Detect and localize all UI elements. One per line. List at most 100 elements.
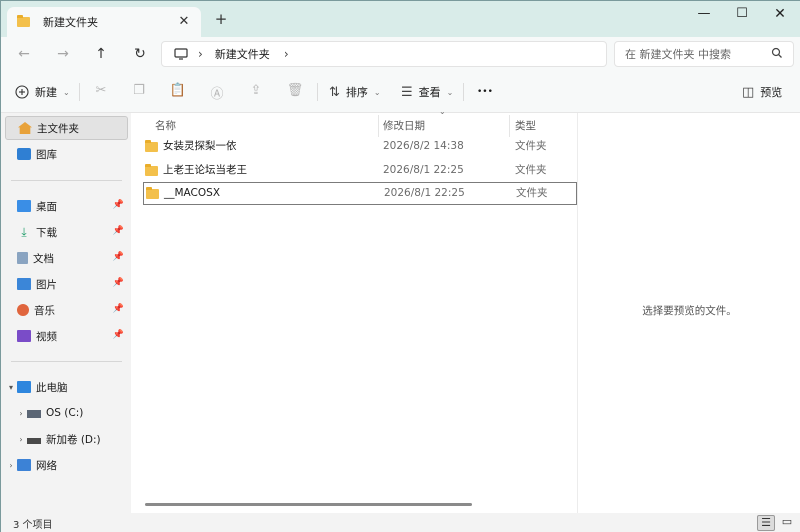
- column-header-date[interactable]: 修改日期: [383, 113, 425, 137]
- sidebar-item-label: 文档: [33, 252, 54, 265]
- pin-icon[interactable]: 📌: [113, 304, 124, 314]
- file-date: 2026/8/1 22:25: [383, 164, 464, 176]
- sidebar-item-this-pc[interactable]: ▾ 此电脑: [5, 375, 128, 399]
- tab-title: 新建文件夹: [43, 16, 98, 29]
- rename-icon[interactable]: Ⓐ: [207, 83, 227, 102]
- sort-button[interactable]: ⇅ 排序 ⌄: [329, 82, 381, 102]
- sidebar-item-home[interactable]: 主文件夹: [5, 116, 128, 140]
- copy-icon[interactable]: ❐: [129, 83, 149, 101]
- sidebar-item-desktop[interactable]: 桌面 📌: [5, 194, 128, 218]
- column-divider[interactable]: [378, 115, 379, 137]
- expand-chevron-icon[interactable]: ›: [15, 435, 27, 444]
- file-type: 文件夹: [516, 187, 548, 199]
- preview-pane-button[interactable]: ◫ 预览: [742, 82, 782, 102]
- pin-icon[interactable]: 📌: [113, 200, 124, 210]
- table-row[interactable]: 上老王论坛当老王 2026/8/1 22:25 文件夹: [131, 159, 577, 182]
- share-icon[interactable]: ⇪: [246, 83, 266, 101]
- pin-icon[interactable]: 📌: [113, 252, 124, 262]
- file-date: 2026/8/2 14:38: [383, 140, 464, 152]
- tiles-view-icon[interactable]: ▭: [778, 515, 796, 531]
- sidebar-item-drive-d[interactable]: › 新加卷 (D:): [15, 427, 128, 451]
- divider: [11, 361, 122, 362]
- expand-chevron-icon[interactable]: ›: [15, 409, 27, 418]
- close-button[interactable]: ✕: [761, 1, 799, 29]
- download-icon: ⤓: [21, 225, 27, 239]
- view-button[interactable]: ☰ 查看 ⌄: [401, 82, 453, 102]
- command-bar: 新建 ⌄ ✂ ❐ 📋 Ⓐ ⇪ 🗑 ⇅ 排序 ⌄ ☰ 查看 ⌄ ••• ◫ 预览: [1, 71, 800, 113]
- up-button[interactable]: ↑: [88, 43, 114, 65]
- horizontal-scrollbar[interactable]: [145, 503, 472, 506]
- address-bar[interactable]: › 新建文件夹 ›: [161, 41, 607, 67]
- sidebar-item-downloads[interactable]: ⤓ 下载 📌: [5, 220, 128, 244]
- delete-icon[interactable]: 🗑: [285, 83, 305, 101]
- sidebar-item-videos[interactable]: 视频 📌: [5, 324, 128, 348]
- file-type: 文件夹: [515, 140, 547, 152]
- expand-chevron-icon[interactable]: ▾: [5, 383, 17, 392]
- view-button-label: 查看: [418, 86, 441, 99]
- sidebar-item-pictures[interactable]: 图片 📌: [5, 272, 128, 296]
- breadcrumb-segment[interactable]: 新建文件夹: [215, 46, 270, 62]
- sidebar-item-label: 下载: [36, 226, 57, 239]
- breadcrumb-chevron-icon[interactable]: ›: [198, 47, 203, 61]
- sidebar-item-label: 新加卷 (D:): [46, 433, 101, 446]
- file-date: 2026/8/1 22:25: [384, 187, 465, 199]
- paste-icon[interactable]: 📋: [168, 83, 188, 101]
- pin-icon[interactable]: 📌: [113, 330, 124, 340]
- network-icon: [17, 459, 31, 471]
- drive-icon: [27, 437, 41, 444]
- pin-icon[interactable]: 📌: [113, 226, 124, 236]
- sidebar-item-label: 桌面: [36, 200, 57, 213]
- column-header-name[interactable]: 名称: [155, 113, 176, 137]
- more-options-button[interactable]: •••: [477, 82, 493, 102]
- table-row[interactable]: __MACOSX 2026/8/1 22:25 文件夹: [143, 182, 577, 205]
- minimize-button[interactable]: —: [685, 1, 723, 29]
- file-type: 文件夹: [515, 164, 547, 176]
- back-button[interactable]: ←: [11, 43, 37, 65]
- tab-close-icon[interactable]: ✕: [175, 13, 193, 31]
- sidebar-item-gallery[interactable]: 图库: [5, 142, 128, 166]
- music-icon: [17, 304, 29, 316]
- search-icon: [771, 47, 782, 58]
- column-divider[interactable]: [509, 115, 510, 137]
- file-name: __MACOSX: [164, 187, 221, 199]
- file-name: 女装灵探梨一依: [163, 140, 237, 152]
- videos-icon: [17, 330, 31, 342]
- table-row[interactable]: 女装灵探梨一依 2026/8/2 14:38 文件夹: [131, 135, 577, 158]
- file-name: 上老王论坛当老王: [163, 164, 247, 176]
- search-input[interactable]: 在 新建文件夹 中搜索: [614, 41, 794, 67]
- preview-pane: 选择要预览的文件。: [577, 113, 800, 513]
- search-placeholder: 在 新建文件夹 中搜索: [625, 48, 731, 61]
- expand-chevron-icon[interactable]: ›: [5, 461, 17, 470]
- forward-button[interactable]: →: [50, 43, 76, 65]
- sidebar-item-drive-c[interactable]: › OS (C:): [15, 401, 128, 425]
- sidebar-item-music[interactable]: 音乐 📌: [5, 298, 128, 322]
- sidebar-item-documents[interactable]: 文档 📌: [5, 246, 128, 270]
- preview-button-label: 预览: [760, 86, 783, 99]
- file-name-cell: 女装灵探梨一依: [145, 135, 237, 158]
- new-button[interactable]: 新建 ⌄: [15, 82, 70, 102]
- breadcrumb-chevron-icon[interactable]: ›: [284, 47, 289, 61]
- monitor-icon: [174, 48, 188, 60]
- chevron-down-icon: ⌄: [446, 87, 454, 97]
- file-name-cell: 上老王论坛当老王: [145, 159, 247, 182]
- column-header-type[interactable]: 类型: [515, 113, 536, 137]
- file-list: 名称 修改日期 ⌄ 类型 女装灵探梨一依 2026/8/2 14:38 文件夹 …: [131, 107, 577, 513]
- maximize-button[interactable]: ☐: [723, 1, 761, 29]
- home-icon: [18, 122, 32, 134]
- divider: [11, 180, 122, 181]
- details-view-icon[interactable]: ☰: [757, 515, 775, 531]
- cut-icon[interactable]: ✂: [91, 83, 111, 101]
- sidebar-item-label: OS (C:): [46, 407, 84, 419]
- chevron-down-icon: ⌄: [63, 87, 70, 97]
- divider: [463, 83, 464, 101]
- navigation-pane: 主文件夹 图库 桌面 📌 ⤓ 下载 📌 文档 📌 图片 📌 音乐 📌 视频 📌 …: [1, 113, 131, 513]
- folder-icon: [145, 139, 158, 152]
- new-tab-button[interactable]: +: [211, 9, 231, 29]
- chevron-down-icon: ⌄: [373, 87, 381, 97]
- sidebar-item-network[interactable]: › 网络: [5, 453, 128, 477]
- tab-current-folder[interactable]: 新建文件夹 ✕: [7, 7, 201, 37]
- refresh-button[interactable]: ↻: [127, 43, 153, 65]
- column-header-date-label: 修改日期: [383, 119, 425, 132]
- sort-icon: ⇅: [329, 84, 340, 100]
- pin-icon[interactable]: 📌: [113, 278, 124, 288]
